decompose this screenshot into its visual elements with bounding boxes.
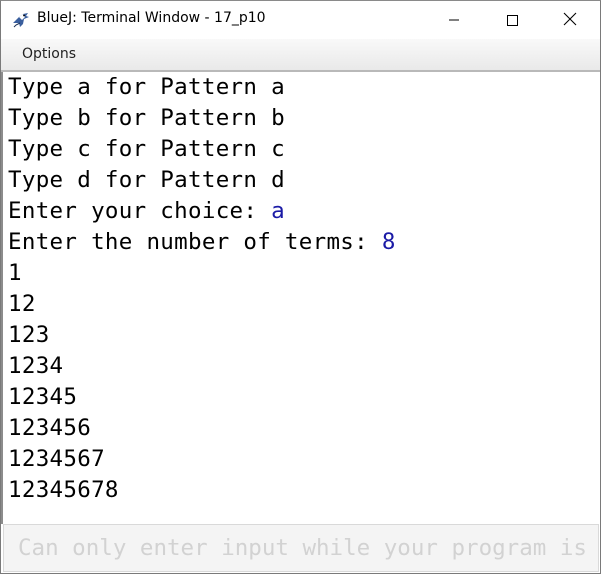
output-text: 12 [8, 291, 36, 317]
output-line: 123456 [8, 415, 91, 441]
output-text: Enter your choice: [8, 198, 272, 224]
input-placeholder: Can only enter input while your program … [18, 535, 587, 561]
user-input-terms: 8 [381, 229, 396, 255]
output-line: Type b for Pattern b [8, 105, 285, 131]
output-text: 1234567 [8, 446, 105, 472]
output-line: Type c for Pattern c [8, 136, 285, 162]
output-text: 123456 [8, 415, 92, 441]
output-text: 12345678 [8, 477, 119, 503]
user-input-choice: a [271, 198, 285, 224]
minimize-button[interactable] [431, 1, 477, 39]
output-text: Type d for Pattern d [8, 167, 285, 193]
output-line: Enter your choice: a [8, 198, 285, 224]
close-button[interactable] [547, 1, 593, 39]
maximize-button[interactable] [489, 1, 535, 39]
output-text: 1234 [8, 353, 64, 379]
output-line: Type d for Pattern d [8, 167, 285, 193]
close-icon [563, 11, 577, 30]
minimize-icon [448, 11, 460, 30]
output-text: 123 [8, 322, 50, 348]
output-line: 12345 [8, 384, 77, 410]
output-line: Enter the number of terms: 8 [8, 229, 396, 255]
menu-options[interactable]: Options [22, 46, 76, 62]
terminal-output[interactable]: Type a for Pattern a Type b for Pattern … [1, 72, 600, 524]
terminal-input-field[interactable]: Can only enter input while your program … [3, 524, 599, 572]
title-bar[interactable]: BlueJ: Terminal Window - 17_p10 [1, 1, 600, 39]
output-line: 1 [8, 260, 22, 286]
output-text: Enter the number of terms: [8, 229, 382, 255]
output-text: 12345 [8, 384, 78, 410]
output-line: 1234567 [8, 446, 105, 472]
output-text: 1 [8, 260, 22, 286]
output-line: 1234 [8, 353, 63, 379]
terminal-window: BlueJ: Terminal Window - 17_p10 Options … [0, 0, 601, 574]
menu-bar: Options [1, 39, 600, 72]
output-text: Type b for Pattern b [8, 105, 285, 131]
maximize-icon [506, 11, 518, 30]
output-line: 123 [8, 322, 50, 348]
output-text: Type c for Pattern c [8, 136, 285, 162]
output-line: 12 [8, 291, 36, 317]
output-line: Type a for Pattern a [8, 74, 285, 100]
output-text: Type a for Pattern a [8, 74, 285, 100]
bluej-bird-icon [11, 11, 31, 29]
output-line: 12345678 [8, 477, 119, 503]
window-title: BlueJ: Terminal Window - 17_p10 [37, 10, 266, 26]
